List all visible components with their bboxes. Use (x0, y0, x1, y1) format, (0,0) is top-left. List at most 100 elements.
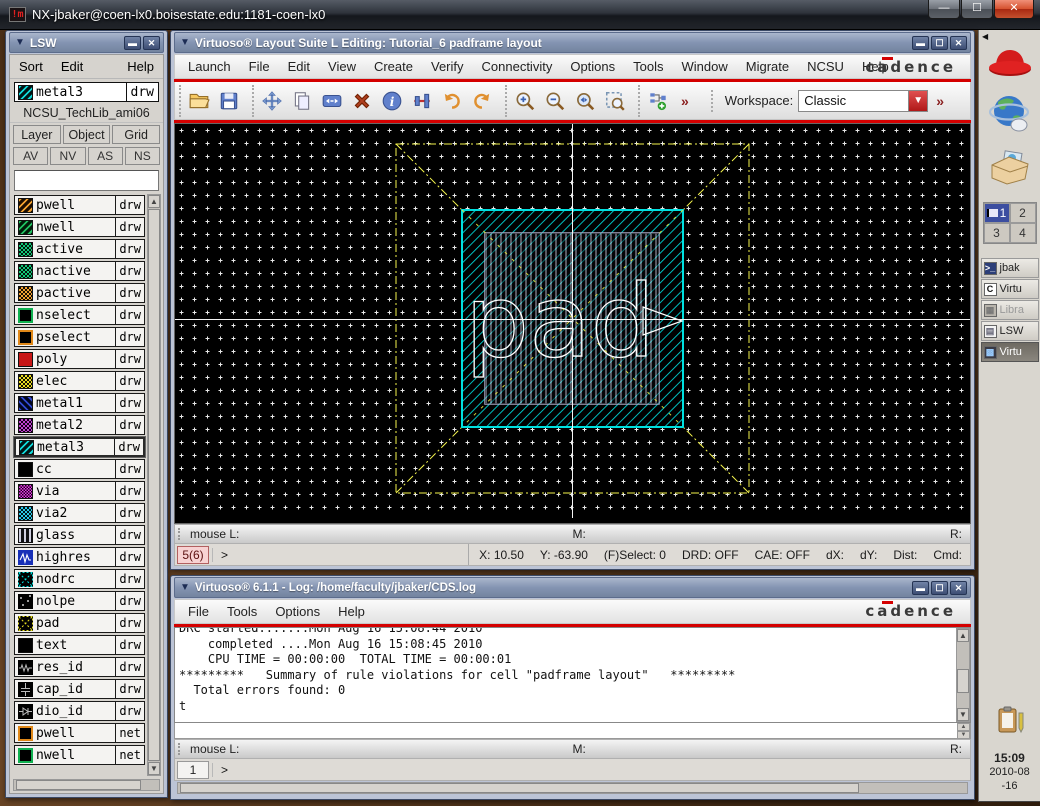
layer-row-metal2-drw[interactable]: metal2 drw (14, 415, 145, 435)
lsw-close-button[interactable]: ✕ (143, 35, 160, 50)
layer-row-metal3-drw[interactable]: metal3 drw (13, 436, 146, 458)
panel-hide-arrow-icon[interactable]: ◀ (982, 32, 988, 41)
toolbar-overflow-chevron[interactable]: » (679, 93, 691, 109)
menu-item-verify[interactable]: Verify (422, 57, 473, 76)
log-input-field[interactable]: ▲ ▼ (174, 723, 971, 739)
main-titlebar[interactable]: ▼ Virtuoso® Layout Suite L Editing: Tuto… (174, 32, 971, 53)
menu-item-options[interactable]: Options (266, 602, 329, 621)
layer-row-pad-drw[interactable]: pad drw (14, 613, 145, 633)
layer-list-scrollbar[interactable]: ▲ ▼ (147, 194, 161, 776)
layer-row-cc-drw[interactable]: cc drw (14, 459, 145, 479)
layer-row-pwell-drw[interactable]: pwell drw (14, 195, 145, 215)
zoom-out-button[interactable] (542, 87, 570, 115)
layer-row-nselect-drw[interactable]: nselect drw (14, 305, 145, 325)
menu-item-file[interactable]: File (179, 602, 218, 621)
log-maximize-button[interactable]: ☐ (931, 580, 948, 595)
zoom-in-button[interactable] (512, 87, 540, 115)
input-spinner[interactable]: ▲ ▼ (957, 723, 970, 739)
undo-button[interactable] (439, 87, 467, 115)
taskbar-item-library[interactable]: ▦ Libra (980, 300, 1039, 320)
workspace-1[interactable]: 1 (983, 203, 1010, 223)
lsw-button-ns[interactable]: NS (124, 147, 160, 165)
layer-row-poly-drw[interactable]: poly drw (14, 349, 145, 369)
menu-item-create[interactable]: Create (365, 57, 422, 76)
log-titlebar[interactable]: ▼ Virtuoso® 6.1.1 - Log: /home/faculty/j… (174, 577, 971, 598)
copy-button[interactable] (289, 87, 317, 115)
delete-button[interactable] (349, 87, 377, 115)
layer-row-text-drw[interactable]: text drw (14, 635, 145, 655)
menu-item-help[interactable]: Help (329, 602, 374, 621)
log-minimize-button[interactable]: ▬ (912, 580, 929, 595)
toolbar-overflow-chevron-2[interactable]: » (934, 93, 946, 109)
properties-button[interactable]: i (379, 87, 407, 115)
stretch-button[interactable] (319, 87, 347, 115)
menu-item-help[interactable]: Help (118, 57, 163, 76)
scroll-up-icon[interactable]: ▲ (148, 195, 160, 208)
taskbar-item-terminal[interactable]: >_ jbak (980, 258, 1039, 278)
scrollbar-thumb[interactable] (957, 669, 969, 693)
nx-maximize-button[interactable]: ☐ (961, 0, 993, 19)
lsw-tab-layer[interactable]: Layer (13, 125, 61, 144)
lsw-titlebar[interactable]: ▼ LSW ▬ ✕ (9, 32, 164, 53)
workspace-select[interactable]: Classic ▼ (798, 89, 929, 112)
layer-filter-input[interactable] (14, 170, 159, 191)
scroll-down-icon[interactable]: ▼ (148, 762, 160, 775)
menu-item-edit[interactable]: Edit (279, 57, 319, 76)
menu-item-ncsu[interactable]: NCSU (798, 57, 853, 76)
command-prompt[interactable]: > (212, 547, 236, 562)
menu-item-launch[interactable]: Launch (179, 57, 240, 76)
save-button[interactable] (216, 87, 244, 115)
menu-item-window[interactable]: Window (673, 57, 737, 76)
taskbar-item-virtuoso[interactable]: ▩ Virtu (980, 342, 1039, 362)
layer-row-dio_id-drw[interactable]: dio_id drw (14, 701, 145, 721)
lsw-minimize-button[interactable]: ▬ (124, 35, 141, 50)
taskbar-item-cadence[interactable]: C Virtu (980, 279, 1039, 299)
align-button[interactable] (409, 87, 437, 115)
window-menu-chevron-icon[interactable]: ▼ (15, 37, 25, 48)
menu-item-file[interactable]: File (240, 57, 279, 76)
dropdown-arrow-icon[interactable]: ▼ (908, 90, 928, 111)
current-layer-display[interactable]: metal3 drw (14, 82, 159, 102)
menu-item-view[interactable]: View (319, 57, 365, 76)
window-menu-chevron-icon[interactable]: ▼ (180, 37, 190, 48)
log-horizontal-scrollbar[interactable] (177, 782, 968, 794)
layout-canvas[interactable]: pad (174, 123, 971, 524)
layer-row-elec-drw[interactable]: elec drw (14, 371, 145, 391)
lsw-button-as[interactable]: AS (87, 147, 123, 165)
move-button[interactable] (259, 87, 287, 115)
layer-row-nwell-net[interactable]: nwell net (14, 745, 145, 765)
statusbar-handle[interactable] (178, 742, 186, 756)
command-history-count[interactable]: 1 (177, 760, 209, 779)
connectivity-toggle-button[interactable] (645, 87, 673, 115)
lsw-button-av[interactable]: AV (13, 147, 49, 165)
main-maximize-button[interactable]: ☐ (931, 35, 948, 50)
menu-item-migrate[interactable]: Migrate (737, 57, 798, 76)
layer-row-metal1-drw[interactable]: metal1 drw (14, 393, 145, 413)
layer-row-via-drw[interactable]: via drw (14, 481, 145, 501)
layer-row-via2-drw[interactable]: via2 drw (14, 503, 145, 523)
layer-row-res_id-drw[interactable]: res_id drw (14, 657, 145, 677)
main-minimize-button[interactable]: ▬ (912, 35, 929, 50)
command-prompt[interactable]: > (212, 762, 236, 777)
clipboard-notes-icon[interactable] (994, 704, 1026, 741)
log-close-button[interactable]: ✕ (950, 580, 967, 595)
layer-row-nactive-drw[interactable]: nactive drw (14, 261, 145, 281)
zoom-fit-button[interactable] (602, 87, 630, 115)
layer-row-nolpe-drw[interactable]: nolpe drw (14, 591, 145, 611)
workspace-3[interactable]: 3 (983, 223, 1010, 243)
log-text-area[interactable]: DRC started.......Mon Aug 16 15:08:44 20… (174, 627, 971, 723)
scroll-up-icon[interactable]: ▲ (957, 629, 969, 642)
lsw-tab-grid[interactable]: Grid (112, 125, 161, 144)
nx-close-button[interactable]: ✕ (994, 0, 1034, 19)
nx-minimize-button[interactable]: — (928, 0, 960, 19)
menu-item-options[interactable]: Options (561, 57, 624, 76)
layer-row-cap_id-drw[interactable]: cap_id drw (14, 679, 145, 699)
workspace-2[interactable]: 2 (1009, 203, 1036, 223)
lsw-button-nv[interactable]: NV (50, 147, 86, 165)
menu-item-connectivity[interactable]: Connectivity (473, 57, 562, 76)
menu-item-edit[interactable]: Edit (52, 57, 92, 76)
workspace-4[interactable]: 4 (1009, 223, 1036, 243)
redhat-menu-icon[interactable] (987, 45, 1033, 84)
web-browser-icon[interactable] (988, 92, 1032, 141)
menu-item-tools[interactable]: Tools (218, 602, 266, 621)
